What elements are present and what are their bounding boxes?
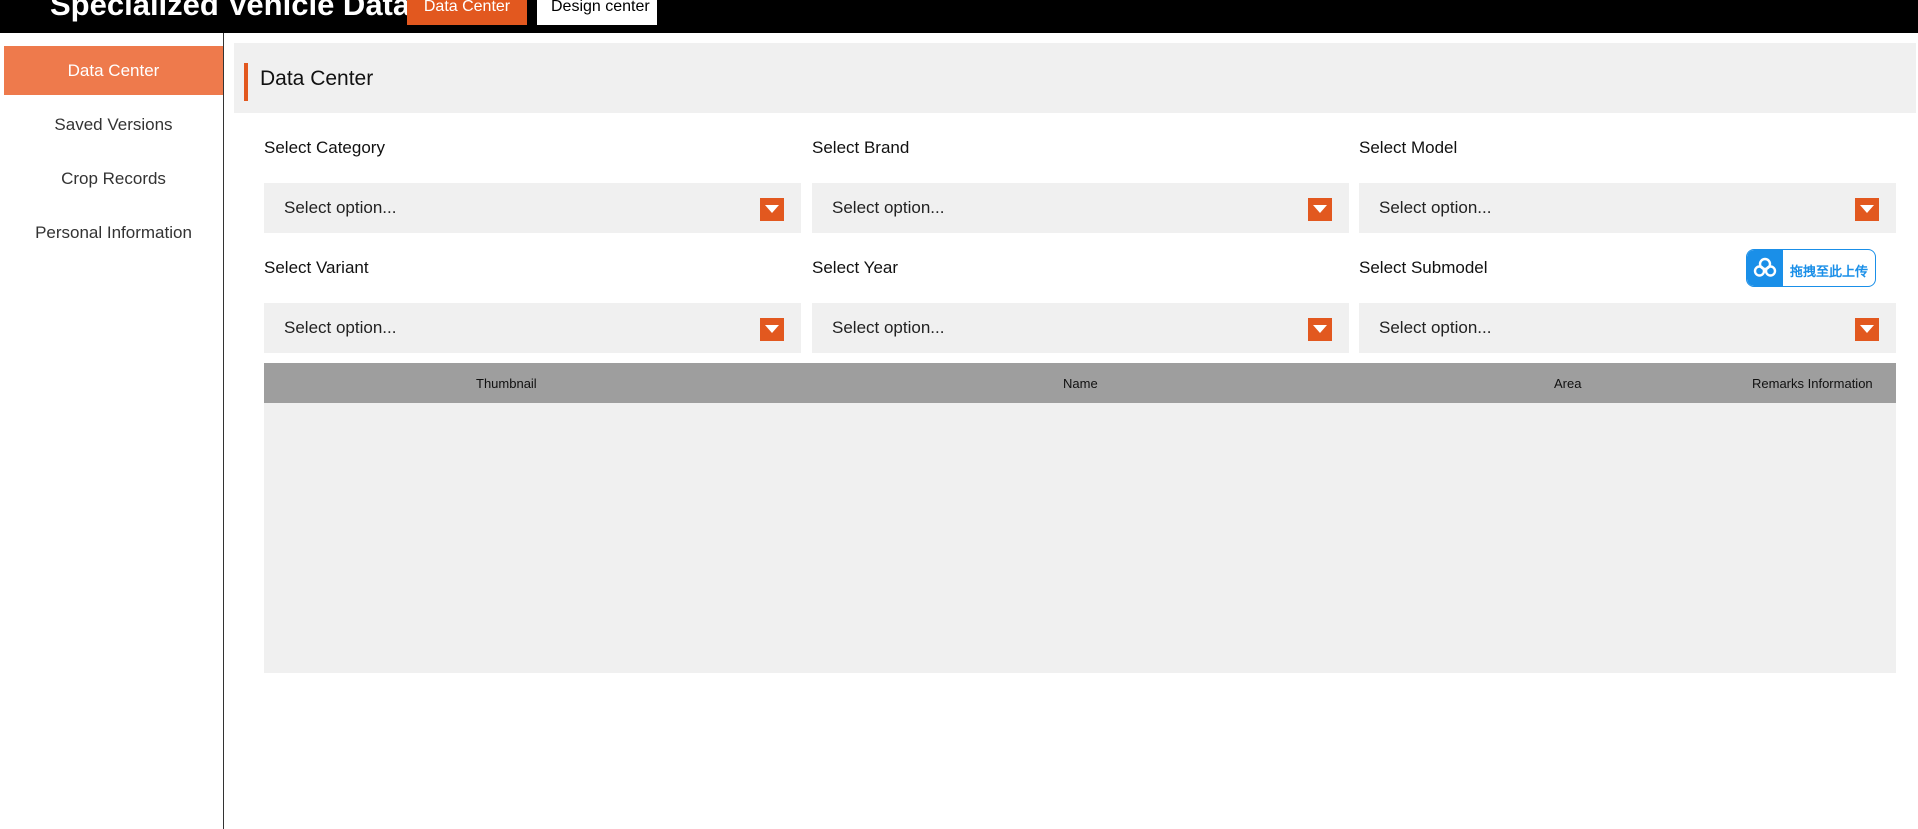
sidebar-item-data-center[interactable]: Data Center xyxy=(4,46,223,95)
column-header-name[interactable]: Name xyxy=(1063,376,1098,391)
table-header: Thumbnail Name Area Remarks Information xyxy=(264,363,1896,403)
variant-label: Select Variant xyxy=(264,258,369,277)
drag-upload-button[interactable]: 拖拽至此上传 xyxy=(1746,249,1876,287)
dropdown-arrow-icon xyxy=(1308,318,1332,341)
page-title: Data Center xyxy=(260,67,374,90)
dropdown-arrow-icon xyxy=(760,318,784,341)
brand-select[interactable]: Select option... xyxy=(812,183,1349,233)
category-select-value: Select option... xyxy=(284,198,397,217)
year-label: Select Year xyxy=(812,258,899,277)
variant-select-value: Select option... xyxy=(284,318,397,337)
dropdown-arrow-icon xyxy=(760,198,784,221)
sidebar-item-saved-versions[interactable]: Saved Versions xyxy=(4,100,223,149)
column-header-area[interactable]: Area xyxy=(1554,376,1581,391)
cloud-upload-icon xyxy=(1747,250,1783,286)
page-header: Data Center xyxy=(234,43,1916,113)
category-select[interactable]: Select option... xyxy=(264,183,801,233)
variant-select[interactable]: Select option... xyxy=(264,303,801,353)
table-body-empty xyxy=(264,403,1896,673)
upload-button-label: 拖拽至此上传 xyxy=(1790,264,1869,279)
submodel-label: Select Submodel xyxy=(1359,258,1488,277)
model-label: Select Model xyxy=(1359,138,1458,157)
sidebar: Data Center Saved Versions Crop Records … xyxy=(0,33,224,829)
model-select[interactable]: Select option... xyxy=(1359,183,1896,233)
sidebar-item-personal-information[interactable]: Personal Information xyxy=(4,208,223,257)
dropdown-arrow-icon xyxy=(1855,318,1879,341)
dropdown-arrow-icon xyxy=(1308,198,1332,221)
sidebar-item-crop-records[interactable]: Crop Records xyxy=(4,154,223,203)
column-header-remarks[interactable]: Remarks Information xyxy=(1752,376,1873,391)
column-header-thumbnail[interactable]: Thumbnail xyxy=(476,376,537,391)
submodel-select-value: Select option... xyxy=(1379,318,1492,337)
tab-design-center[interactable]: Design center xyxy=(537,0,657,25)
category-label: Select Category xyxy=(264,138,385,157)
title-accent-bar xyxy=(244,63,248,101)
dropdown-arrow-icon xyxy=(1855,198,1879,221)
app-title: Specialized Vehicle Data xyxy=(50,0,411,22)
top-bar: Specialized Vehicle Data Data Center Des… xyxy=(0,0,1918,33)
brand-select-value: Select option... xyxy=(832,198,945,217)
year-select-value: Select option... xyxy=(832,318,945,337)
model-select-value: Select option... xyxy=(1379,198,1492,217)
year-select[interactable]: Select option... xyxy=(812,303,1349,353)
brand-label: Select Brand xyxy=(812,138,910,157)
tab-data-center[interactable]: Data Center xyxy=(407,0,527,25)
submodel-select[interactable]: Select option... xyxy=(1359,303,1896,353)
